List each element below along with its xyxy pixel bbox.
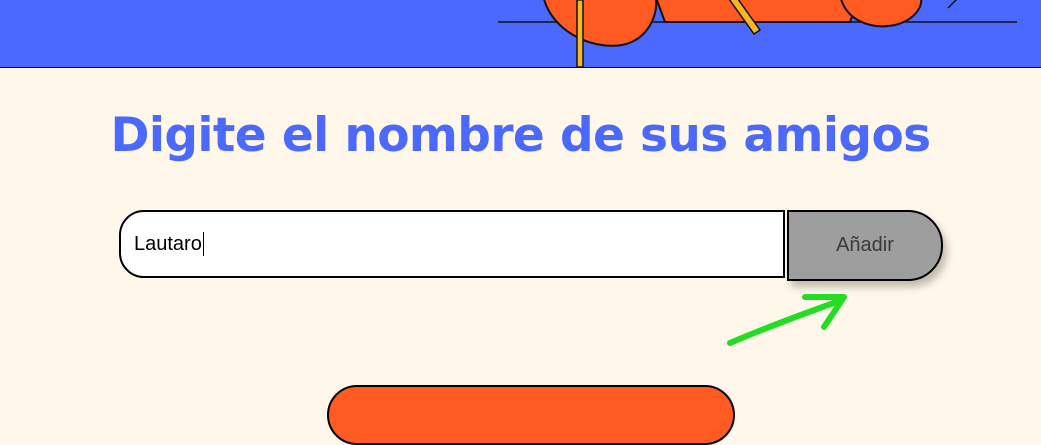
header-banner: [0, 0, 1041, 68]
orange-action-button[interactable]: [327, 385, 735, 445]
add-button[interactable]: Añadir: [787, 210, 943, 281]
text-caret: [202, 232, 204, 256]
page-title: Digite el nombre de sus amigos: [110, 108, 931, 163]
friend-name-input-value: Lautaro: [134, 232, 202, 255]
green-arrow-icon: [727, 294, 847, 346]
friend-name-input[interactable]: Lautaro: [119, 210, 785, 278]
decorative-people-illustration-icon: [498, 0, 1017, 67]
